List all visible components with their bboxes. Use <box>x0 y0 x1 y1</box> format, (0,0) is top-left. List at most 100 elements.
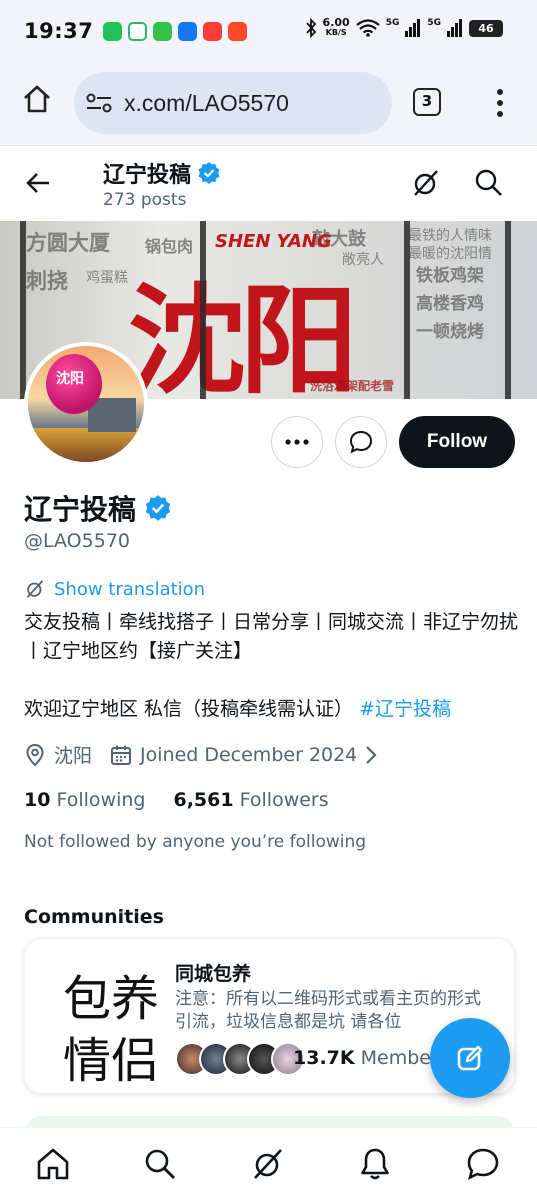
more-horiz-icon <box>285 439 309 445</box>
home-icon[interactable] <box>22 84 52 114</box>
more-options-button[interactable] <box>271 416 323 468</box>
grok-icon[interactable] <box>410 167 442 199</box>
profile-name-row: 辽宁投稿 <box>24 488 172 528</box>
browser-toolbar: x.com/LAO5570 3 <box>0 62 537 146</box>
follow-stats: 10 Following 6,561 Followers <box>24 789 329 811</box>
wechat-icon <box>103 21 123 41</box>
window-frame <box>20 221 26 399</box>
profile-name: 辽宁投稿 <box>24 493 137 526</box>
header-title: 辽宁投稿 <box>103 157 221 189</box>
signal-icon <box>405 19 421 37</box>
battery-icon: 46 <box>469 19 503 37</box>
community-image: 包养 情侣 <box>35 949 171 1085</box>
avatar-text: 沈阳 <box>56 371 84 387</box>
location-text: 沈阳 <box>54 745 93 767</box>
community-members: 13.7K Members <box>293 1047 449 1069</box>
hashtag-link[interactable]: #辽宁投稿 <box>359 698 451 720</box>
banner-word: 高楼香鸡 <box>416 294 484 314</box>
net-speed: 6.00 KB/S <box>322 16 350 38</box>
notifications-icon[interactable] <box>358 1147 392 1181</box>
member-avatars <box>175 1042 305 1076</box>
signal-icon <box>447 19 462 37</box>
address-bar[interactable]: x.com/LAO5570 <box>74 72 392 134</box>
header-title-text: 辽宁投稿 <box>103 163 192 188</box>
banner-word: 鸡蛋糕 <box>86 270 128 286</box>
net-speed-unit: KB/S <box>325 28 347 37</box>
followers-link[interactable]: 6,561 Followers <box>173 789 328 811</box>
post-count: 273 posts <box>103 190 187 210</box>
followers-label: Followers <box>239 789 329 811</box>
home-icon[interactable] <box>36 1147 70 1181</box>
members-count: 13.7K <box>293 1047 355 1069</box>
banner-word: 洗浴鸡架配老雪 <box>310 379 395 393</box>
back-arrow-icon[interactable] <box>24 169 52 197</box>
community-name: 同城包养 <box>175 963 252 985</box>
messages-icon[interactable] <box>466 1147 500 1181</box>
bluetooth-icon <box>305 18 316 38</box>
banner-word: 最暖的沈阳情 <box>408 246 492 262</box>
grok-icon[interactable] <box>251 1147 285 1181</box>
banner-word: 方圆大厦 <box>26 231 110 255</box>
banner-word: 刺挠 <box>26 269 68 293</box>
show-translation-link[interactable]: Show translation <box>24 578 205 600</box>
location: 沈阳 <box>24 741 92 768</box>
banner-word: 最铁的人情味 <box>408 228 492 244</box>
chat-bubble-icon <box>349 430 373 454</box>
verified-badge-icon <box>145 495 171 521</box>
wifi-icon <box>355 19 380 37</box>
location-pin-icon <box>26 743 44 766</box>
message-icon <box>153 21 173 41</box>
search-icon[interactable] <box>143 1147 177 1181</box>
search-icon[interactable] <box>473 167 505 199</box>
show-translation-label: Show translation <box>54 578 206 600</box>
chevron-right-icon <box>366 745 377 764</box>
profile-bio-line2: 欢迎辽宁地区 私信（投稿牵线需认证） #辽宁投稿 <box>24 694 451 721</box>
bottom-navigation <box>0 1127 537 1200</box>
calendar-icon <box>111 745 132 765</box>
followers-count: 6,561 <box>173 789 234 811</box>
window-frame <box>200 221 206 399</box>
app-icon <box>228 21 248 41</box>
tabs-icon[interactable]: 3 <box>413 88 441 116</box>
banner-title: 沈阳 <box>128 271 358 399</box>
status-time: 19:37 <box>24 19 94 43</box>
community-image-text: 情侣 <box>63 1033 160 1085</box>
community-image-text: 包养 <box>63 971 160 1027</box>
signal-label-2: 5G <box>427 18 441 28</box>
compose-button[interactable] <box>430 1018 510 1098</box>
following-label: Following <box>56 789 146 811</box>
notification-icons <box>103 21 248 41</box>
profile-header: 辽宁投稿 273 posts <box>0 147 537 221</box>
profile-handle: @LAO5570 <box>24 530 130 552</box>
profile-meta: 沈阳 Joined December 2024 <box>24 741 395 768</box>
follow-button[interactable]: Follow <box>399 416 515 468</box>
verified-badge-icon <box>198 162 220 184</box>
following-count: 10 <box>24 789 51 811</box>
window-frame <box>505 221 511 399</box>
banner-word: 铁板鸡架 <box>416 266 484 286</box>
not-followed-text: Not followed by anyone you’re following <box>24 832 367 852</box>
url-text: x.com/LAO5570 <box>124 89 289 116</box>
profile-bio: 交友投稿丨牵线找搭子丨日常分享丨同城交流丨非辽宁勿扰丨辽宁地区约【接广关注】 <box>24 611 519 662</box>
net-speed-value: 6.00 <box>322 16 350 29</box>
status-bar: 19:37 6.00 KB/S 5G 5G 46 <box>0 0 537 62</box>
signal-label-1: 5G <box>385 18 400 28</box>
site-settings-icon[interactable] <box>86 92 112 114</box>
bio-text: 欢迎辽宁地区 私信（投稿牵线需认证） <box>24 698 354 720</box>
joined-text: Joined December 2024 <box>140 743 358 766</box>
following-link[interactable]: 10 Following <box>24 789 145 811</box>
more-vert-icon[interactable] <box>493 88 507 118</box>
banner-word: 一顿烧烤 <box>416 322 484 342</box>
grok-icon <box>26 580 44 598</box>
banner-latin-text: SHEN YANG <box>215 231 332 252</box>
avatar-scene <box>28 428 144 462</box>
avatar[interactable]: 沈阳 <box>24 342 148 466</box>
joined-date[interactable]: Joined December 2024 <box>110 744 377 766</box>
communities-title: Communities <box>24 906 164 928</box>
mobile-icon <box>128 21 148 41</box>
window-frame <box>404 221 410 399</box>
music-icon <box>203 21 223 41</box>
status-indicators: 6.00 KB/S 5G 5G 46 <box>305 16 503 38</box>
grok-chat-button[interactable] <box>335 416 387 468</box>
compose-icon <box>457 1045 483 1071</box>
